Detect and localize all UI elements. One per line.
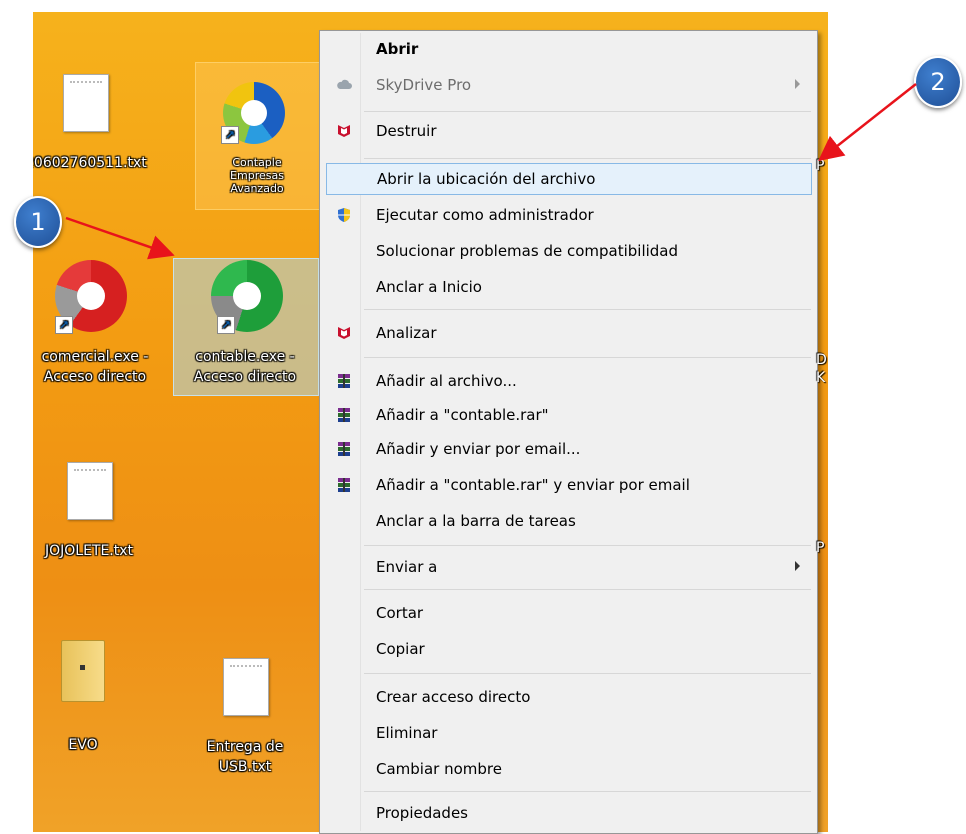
menu-item-label: Añadir a "contable.rar" y enviar por ema…	[376, 476, 690, 494]
winrar-icon	[338, 408, 350, 422]
menu-item-cut[interactable]: Cortar	[326, 597, 812, 629]
clipped-icon-label-edge: D	[816, 352, 827, 368]
menu-separator	[364, 673, 811, 674]
menu-item-rename[interactable]: Cambiar nombre	[326, 753, 812, 785]
menu-separator	[364, 309, 811, 310]
menu-item-delete[interactable]: Eliminar	[326, 717, 812, 749]
menu-item-add-rar-and-email[interactable]: Añadir a "contable.rar" y enviar por ema…	[326, 469, 812, 501]
menu-item-open[interactable]: Abrir	[326, 33, 812, 65]
winrar-icon	[338, 478, 350, 492]
icon-label-line-2: USB.txt	[218, 759, 272, 775]
menu-item-add-to-contable-rar[interactable]: Añadir a "contable.rar"	[326, 399, 812, 431]
menu-item-label: Destruir	[376, 122, 437, 140]
clipped-icon-label-edge: P	[816, 540, 825, 556]
clipped-icon-label-edge: K	[816, 370, 826, 386]
menu-item-label: Anclar a Inicio	[376, 278, 482, 296]
clipped-icon-label-edge: P	[816, 158, 825, 174]
menu-item-label: Añadir al archivo...	[376, 372, 517, 390]
menu-item-troubleshoot-compatibility[interactable]: Solucionar problemas de compatibilidad	[326, 235, 812, 267]
menu-item-label: Crear acceso directo	[376, 688, 531, 706]
menu-item-label: Ejecutar como administrador	[376, 206, 594, 224]
menu-separator	[364, 791, 811, 792]
menu-separator	[364, 545, 811, 546]
menu-item-run-as-admin[interactable]: Ejecutar como administrador	[326, 199, 812, 231]
menu-item-label: Cambiar nombre	[376, 760, 502, 778]
shortcut-arrow-icon: ↗	[55, 316, 73, 334]
menu-item-label: Solucionar problemas de compatibilidad	[376, 242, 679, 260]
desktop-icon-label: EVO	[68, 737, 98, 753]
menu-item-add-and-email[interactable]: Añadir y enviar por email...	[326, 433, 812, 465]
menu-item-label: SkyDrive Pro	[376, 76, 472, 94]
icon-label-line-1: Contaple	[232, 156, 282, 169]
desktop-icon-label: JOJOLETE.txt	[44, 543, 134, 559]
menu-item-label: Añadir a "contable.rar"	[376, 406, 549, 424]
icon-label-line-3: Avanzado	[230, 182, 284, 195]
menu-separator	[364, 357, 811, 358]
menu-item-label: Añadir y enviar por email...	[376, 440, 581, 458]
text-file-icon	[223, 658, 269, 716]
menu-separator	[364, 589, 811, 590]
menu-item-label: Abrir	[376, 40, 419, 58]
context-menu: Abrir SkyDrive Pro Destruir Abrir la ubi…	[319, 30, 818, 834]
shortcut-arrow-icon: ↗	[217, 316, 235, 334]
annotation-badge-2: 2	[914, 56, 962, 108]
winrar-icon	[338, 374, 350, 388]
menu-item-pin-to-start[interactable]: Anclar a Inicio	[326, 271, 812, 303]
menu-item-properties[interactable]: Propiedades	[326, 797, 812, 829]
mcafee-shield-icon	[338, 125, 350, 137]
menu-item-open-file-location[interactable]: Abrir la ubicación del archivo	[326, 163, 812, 195]
submenu-arrow-icon	[795, 79, 800, 89]
icon-label-line-2: Acceso directo	[43, 369, 147, 385]
menu-item-label: Eliminar	[376, 724, 438, 742]
text-file-icon	[67, 462, 113, 520]
menu-item-label: Anclar a la barra de tareas	[376, 512, 576, 530]
menu-item-label: Cortar	[376, 604, 424, 622]
cloud-icon	[337, 79, 352, 89]
icon-label-line-1: Entrega de	[206, 739, 284, 755]
submenu-arrow-icon	[795, 561, 800, 571]
annotation-arrow-2	[818, 83, 917, 162]
menu-item-add-to-archive[interactable]: Añadir al archivo...	[326, 365, 812, 397]
icon-label-line-2: Empresas	[230, 169, 284, 182]
menu-item-pin-to-taskbar[interactable]: Anclar a la barra de tareas	[326, 505, 812, 537]
menu-separator	[364, 111, 811, 112]
icon-label-line-2: Acceso directo	[193, 369, 297, 385]
menu-item-skydrive-pro[interactable]: SkyDrive Pro	[326, 69, 812, 101]
text-file-icon	[63, 74, 109, 132]
icon-label-line-1: comercial.exe -	[41, 349, 149, 365]
menu-item-label: Analizar	[376, 324, 437, 342]
annotation-badge-1: 1	[14, 196, 62, 248]
shortcut-arrow-icon: ↗	[221, 126, 239, 144]
folder-icon	[61, 640, 105, 702]
icon-label-line-1: contable.exe -	[195, 349, 295, 365]
uac-shield-icon	[338, 208, 350, 222]
menu-item-send-to[interactable]: Enviar a	[326, 551, 812, 583]
menu-item-label: Abrir la ubicación del archivo	[377, 170, 596, 188]
winrar-icon	[338, 442, 350, 456]
desktop-icon-label: 20602760511.txt	[33, 155, 147, 171]
menu-item-label: Propiedades	[376, 804, 468, 822]
menu-item-destroy[interactable]: Destruir	[326, 115, 812, 147]
menu-item-label: Copiar	[376, 640, 425, 658]
menu-item-copy[interactable]: Copiar	[326, 633, 812, 665]
menu-separator	[364, 158, 811, 159]
menu-item-create-shortcut[interactable]: Crear acceso directo	[326, 681, 812, 713]
mcafee-shield-icon	[338, 327, 350, 339]
menu-item-label: Enviar a	[376, 558, 438, 576]
menu-item-scan[interactable]: Analizar	[326, 317, 812, 349]
